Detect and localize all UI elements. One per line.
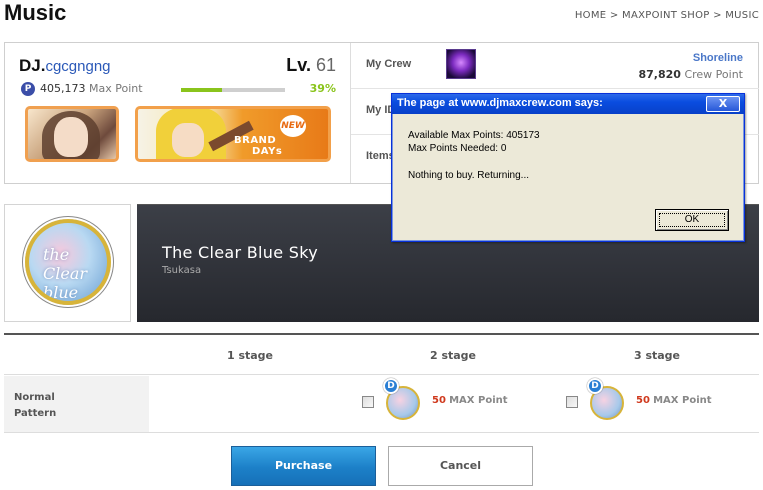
song-thumbnail-text: the Clear blue xyxy=(43,245,88,302)
page-title: Music xyxy=(4,0,67,25)
level-label: Lv. xyxy=(286,55,311,75)
stage-2-checkbox[interactable] xyxy=(362,396,374,408)
alert-body: Available Max Points: 405173 Max Points … xyxy=(392,114,744,241)
level-progress-bar xyxy=(181,88,285,92)
difficulty-badge: D xyxy=(587,378,603,394)
dj-prefix: DJ. xyxy=(19,56,46,75)
stage-header-2: 2 stage xyxy=(429,349,477,362)
my-crew-label: My Crew xyxy=(366,58,412,70)
alert-close-button[interactable]: X xyxy=(706,96,740,112)
price-value: 50 xyxy=(432,395,446,406)
alert-titlebar[interactable]: The page at www.djmaxcrew.com says: X xyxy=(392,94,744,114)
max-point-value: 405,173 xyxy=(40,82,86,95)
price-label: MAX Point xyxy=(653,395,712,406)
character-face xyxy=(54,117,88,157)
crew-points: 87,820 Crew Point xyxy=(639,68,744,81)
alert-message-line: Nothing to buy. Returning... xyxy=(408,170,529,181)
dj-name-link[interactable]: cgcgngng xyxy=(45,58,110,75)
table-divider xyxy=(4,432,759,433)
breadcrumb[interactable]: HOME > MAXPOINT SHOP > MUSIC xyxy=(575,10,759,21)
character-card-1[interactable] xyxy=(25,106,119,162)
alert-message-line: Max Points Needed: 0 xyxy=(408,143,507,154)
stage-3-price: 50 MAX Point xyxy=(636,395,712,406)
crew-points-value: 87,820 xyxy=(638,68,681,81)
song-thumbnail: the Clear blue xyxy=(25,219,111,305)
max-point-display: 405,173 Max Point xyxy=(40,82,143,95)
pattern-row-label: Normal Pattern xyxy=(14,392,57,419)
cancel-button[interactable]: Cancel xyxy=(388,446,533,486)
alert-ok-button[interactable]: OK xyxy=(655,209,729,231)
stage-header-1: 1 stage xyxy=(226,349,274,362)
max-point-label: Max Point xyxy=(89,82,143,95)
stage-2-price: 50 MAX Point xyxy=(432,395,508,406)
stage-3-checkbox[interactable] xyxy=(566,396,578,408)
card-brand-text: BRAND DAYs xyxy=(234,135,283,157)
alert-dialog: The page at www.djmaxcrew.com says: X Av… xyxy=(391,93,745,242)
song-thumbnail-box: the Clear blue xyxy=(4,204,131,322)
difficulty-badge: D xyxy=(383,378,399,394)
level-progress-percent: 39% xyxy=(309,82,336,95)
crew-points-label: Crew Point xyxy=(684,68,743,81)
pattern-row-header: Normal Pattern xyxy=(4,376,149,432)
level-display: Lv. 61 xyxy=(286,55,336,76)
level-value: 61 xyxy=(315,55,336,75)
price-value: 50 xyxy=(636,395,650,406)
max-point-icon: P xyxy=(21,82,35,96)
level-progress-fill xyxy=(181,88,222,92)
alert-title: The page at www.djmaxcrew.com says: xyxy=(397,97,603,109)
character-face xyxy=(172,123,204,157)
stage-table: 1 stage 2 stage 3 stage Normal Pattern D… xyxy=(4,333,759,433)
crew-emblem-icon[interactable] xyxy=(446,49,476,79)
card-new-badge: NEW xyxy=(280,115,306,137)
alert-message-line: Available Max Points: 405173 xyxy=(408,130,540,141)
focus-ring xyxy=(659,213,725,227)
dj-name-label: DJ.cgcgngng xyxy=(19,56,111,76)
purchase-button[interactable]: Purchase xyxy=(231,446,376,486)
character-card-2[interactable]: BRAND DAYs NEW xyxy=(135,106,331,162)
song-artist: Tsukasa xyxy=(162,265,202,276)
price-label: MAX Point xyxy=(449,395,508,406)
crew-row: My Crew Shoreline 87,820 Crew Point xyxy=(351,43,759,89)
stage-header-3: 3 stage xyxy=(633,349,681,362)
stage-header-row: 1 stage 2 stage 3 stage xyxy=(4,335,759,375)
profile-summary: DJ.cgcgngng Lv. 61 P 405,173 Max Point 3… xyxy=(5,43,351,183)
song-title: The Clear Blue Sky xyxy=(162,243,318,262)
crew-name-link[interactable]: Shoreline xyxy=(693,52,743,64)
